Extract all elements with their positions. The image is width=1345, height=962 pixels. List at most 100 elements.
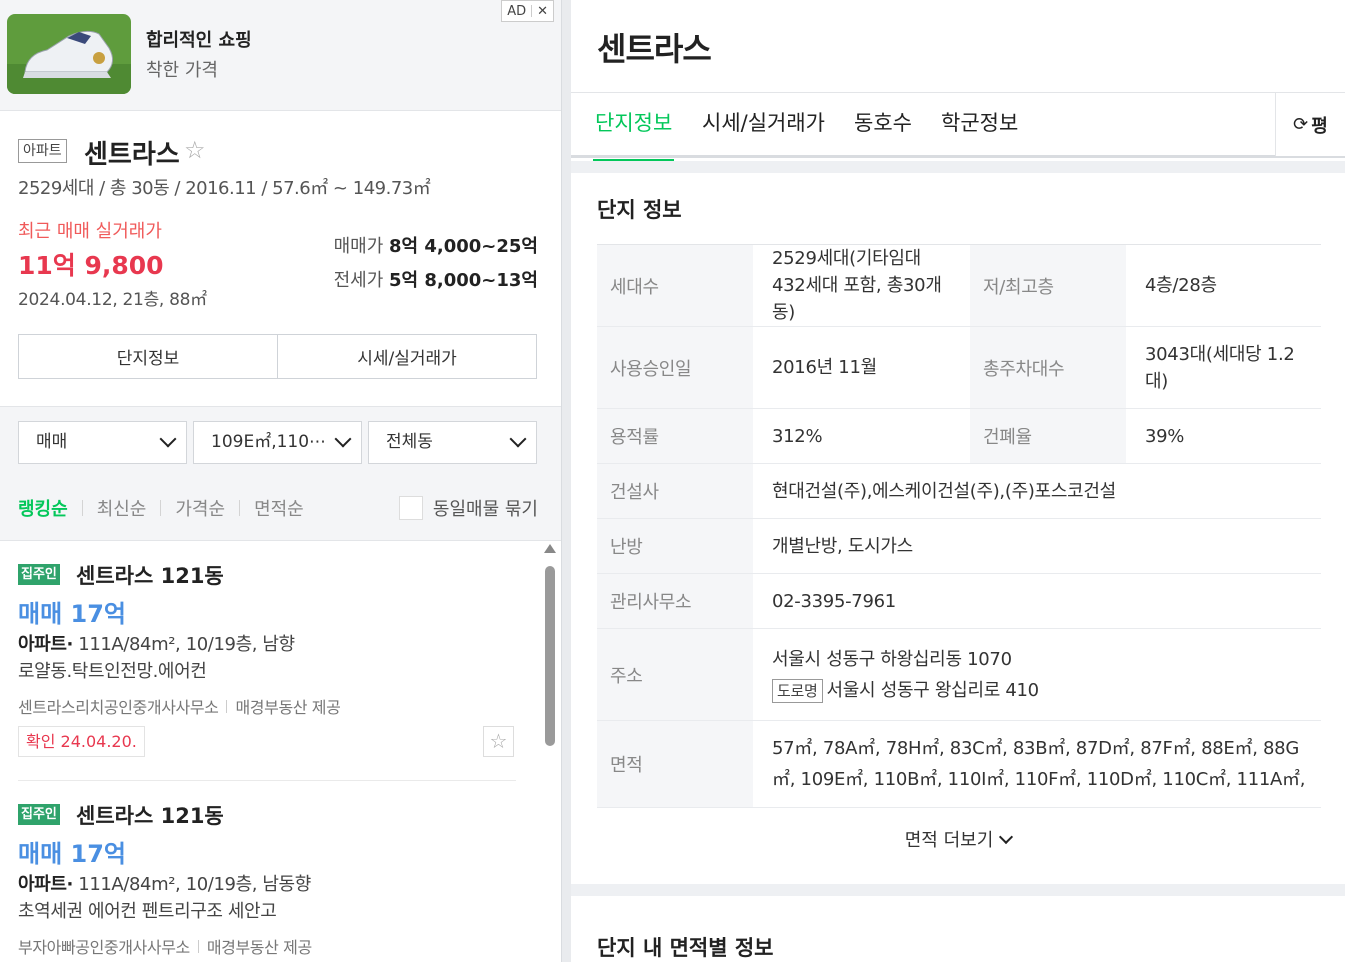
scroll-up-arrow-icon[interactable] <box>544 544 556 553</box>
trade-type-select[interactable]: 매매 <box>18 421 187 464</box>
listing-title[interactable]: 센트라스 121동 <box>76 560 224 590</box>
agency-name: 센트라스리치공인중개사사무소 <box>18 698 219 717</box>
favorite-star-icon[interactable]: ☆ <box>184 136 206 164</box>
listing-price: 매매 17억 <box>18 600 126 628</box>
agency-name: 부자아빠공인중개사사무소 <box>18 938 190 957</box>
detail-tabs: 단지정보 시세/실거래가 동호수 학군정보 ⟳ 평 <box>571 92 1345 162</box>
refresh-icon: ⟳ <box>1293 114 1309 135</box>
tab-complex-info[interactable]: 단지정보 <box>592 107 675 162</box>
tab-price-history[interactable]: 시세/실거래가 <box>702 107 825 159</box>
jeonse-price-range: 전세가 5억 8,000~13억 <box>334 266 538 292</box>
trade-type-value: 매매 <box>36 432 68 452</box>
ad-close-icon[interactable]: ✕ <box>532 4 553 19</box>
more-area-label: 면적 더보기 <box>904 830 994 851</box>
bcr-value: 39% <box>1126 408 1321 464</box>
property-type-badge: 아파트 <box>18 139 67 163</box>
info-row: 사용승인일 2016년 11월 총주차대수 3043대(세대당 1.2대) <box>597 326 1321 409</box>
builder-value: 현대건설(주),에스케이건설(주),(주)포스코건설 <box>753 463 1321 519</box>
info-row: 면적 57㎡, 78A㎡, 78H㎡, 83C㎡, 83B㎡, 87D㎡, 87… <box>597 720 1321 808</box>
complex-button-row: 단지정보 시세/실거래가 <box>18 334 537 379</box>
listing-description: 로얄동.탁트인전망.에어컨 <box>18 661 207 682</box>
builder-label: 건설사 <box>597 463 753 519</box>
info-row: 세대수 2529세대(기타임대 432세대 포함, 총30개동) 저/최고층 4… <box>597 244 1321 327</box>
floors-label: 저/최고층 <box>970 244 1126 327</box>
group-checkbox[interactable] <box>398 496 423 520</box>
listing-list[interactable]: 집주인 센트라스 121동 매매 17억 아파트· 111A/84m², 10/… <box>0 542 561 962</box>
listing-type: 아파트 <box>18 874 67 895</box>
sort-price[interactable]: 가격순 <box>175 495 225 521</box>
ad-banner[interactable]: 합리적인 쇼핑 착한 가격 AD ✕ <box>0 0 561 111</box>
sort-divider <box>81 500 83 516</box>
favorite-star-icon[interactable]: ☆ <box>483 726 514 757</box>
ad-title[interactable]: 합리적인 쇼핑 <box>146 26 252 52</box>
recent-trade-price: 11억 9,800 <box>18 251 164 280</box>
address-value: 서울시 성동구 하왕십리동 1070 도로명 서울시 성동구 왕십리로 410 <box>753 628 1321 721</box>
ad-subtitle[interactable]: 착한 가격 <box>146 56 218 82</box>
parking-value: 3043대(세대당 1.2대) <box>1126 326 1321 409</box>
listing-item[interactable]: 집주인 센트라스 121동 매매 17억 아파트· 111A/84m², 10/… <box>18 542 516 780</box>
complex-info-heading: 단지 정보 <box>597 198 682 222</box>
tab-school-info[interactable]: 학군정보 <box>941 107 1018 159</box>
recent-trade-detail: 2024.04.12, 21층, 88㎡ <box>18 290 207 310</box>
listing-scrollbar[interactable] <box>544 544 556 754</box>
tab-unit-number[interactable]: 동호수 <box>854 107 912 159</box>
far-value: 312% <box>753 408 970 464</box>
lot-address: 서울시 성동구 하왕십리동 1070 <box>772 648 1012 670</box>
sort-latest[interactable]: 최신순 <box>97 495 147 521</box>
detail-panel: 센트라스 단지정보 시세/실거래가 동호수 학군정보 ⟳ 평 단지 정보 세대수… <box>571 0 1345 962</box>
road-address: 서울시 성동구 왕십리로 410 <box>826 679 1040 701</box>
floors-value: 4층/28층 <box>1126 244 1321 327</box>
listing-description: 초역세권 에어컨 펜트리구조 세안고 <box>18 901 277 922</box>
group-same-listings-toggle[interactable]: 동일매물 묶기 <box>398 495 538 521</box>
complex-summary-card: 아파트 센트라스 ☆ 2529세대 / 총 30동 / 2016.11 / 57… <box>0 112 561 406</box>
approval-label: 사용승인일 <box>597 326 753 409</box>
heating-value: 개별난방, 도시가스 <box>753 518 1321 574</box>
scroll-thumb[interactable] <box>545 566 555 746</box>
unit-toggle-button[interactable]: ⟳ 평 <box>1275 93 1345 156</box>
sale-price-label: 매매가 <box>333 236 384 257</box>
chevron-down-icon <box>999 829 1014 845</box>
agency-divider <box>197 940 199 953</box>
agency-divider <box>226 700 228 713</box>
complex-name: 센트라스 <box>84 140 180 170</box>
area-label: 면적 <box>597 720 753 808</box>
approval-value: 2016년 11월 <box>753 326 970 409</box>
area-select[interactable]: 109E㎡,110⋯ <box>193 421 362 464</box>
area-info-heading: 단지 내 면적별 정보 <box>597 936 774 960</box>
info-row: 관리사무소 02-3395-7961 <box>597 573 1321 629</box>
bcr-label: 건폐율 <box>970 408 1126 464</box>
listing-price: 매매 17억 <box>18 840 126 868</box>
listing-type: 아파트 <box>18 634 67 655</box>
more-area-button[interactable]: 면적 더보기 <box>571 826 1345 852</box>
listing-filters: 매매 109E㎡,110⋯ 전체동 랭킹순 최신순 가격순 면적순 동일매물 묶… <box>0 406 561 541</box>
group-label: 동일매물 묶기 <box>432 499 538 520</box>
sort-area[interactable]: 면적순 <box>254 495 304 521</box>
sort-divider <box>160 500 162 516</box>
households-label: 세대수 <box>597 244 753 327</box>
info-row: 건설사 현대건설(주),에스케이건설(주),(주)포스코건설 <box>597 463 1321 519</box>
price-history-button[interactable]: 시세/실거래가 <box>277 335 536 378</box>
office-phone[interactable]: 02-3395-7961 <box>753 573 1321 629</box>
area-list: 57㎡, 78A㎡, 78H㎡, 83C㎡, 83B㎡, 87D㎡, 87F㎡,… <box>753 720 1321 808</box>
listing-spec: 아파트· 111A/84m², 10/19층, 남향 <box>18 634 295 655</box>
listing-title[interactable]: 센트라스 121동 <box>76 800 224 830</box>
area-value: 109E㎡,110⋯ <box>211 432 327 452</box>
left-panel: 합리적인 쇼핑 착한 가격 AD ✕ 아파트 센트라스 ☆ 2529세대 / 총… <box>0 0 562 962</box>
detail-title: 센트라스 <box>597 30 712 68</box>
sort-ranking[interactable]: 랭킹순 <box>18 495 68 521</box>
complex-summary-text: 2529세대 / 총 30동 / 2016.11 / 57.6㎡ ~ 149.7… <box>18 178 431 199</box>
road-name-badge: 도로명 <box>772 678 823 703</box>
recent-trade-label: 최근 매매 실거래가 <box>18 221 162 242</box>
ad-badge: AD ✕ <box>501 0 554 22</box>
sale-price-value: 8억 4,000~25억 <box>389 236 538 257</box>
ad-thumbnail[interactable] <box>7 14 131 94</box>
listing-spec-text: 111A/84m², 10/19층, 남향 <box>78 634 295 655</box>
chevron-down-icon <box>334 430 352 448</box>
info-row: 난방 개별난방, 도시가스 <box>597 518 1321 574</box>
listing-spec-text: 111A/84m², 10/19층, 남동향 <box>78 874 311 895</box>
sort-options: 랭킹순 최신순 가격순 면적순 <box>18 495 304 521</box>
complex-info-button[interactable]: 단지정보 <box>19 335 277 378</box>
listing-agency: 센트라스리치공인중개사사무소 매경부동산 제공 <box>18 694 341 718</box>
listing-item[interactable]: 집주인 센트라스 121동 매매 17억 아파트· 111A/84m², 10/… <box>18 782 516 962</box>
dong-select[interactable]: 전체동 <box>368 421 537 464</box>
